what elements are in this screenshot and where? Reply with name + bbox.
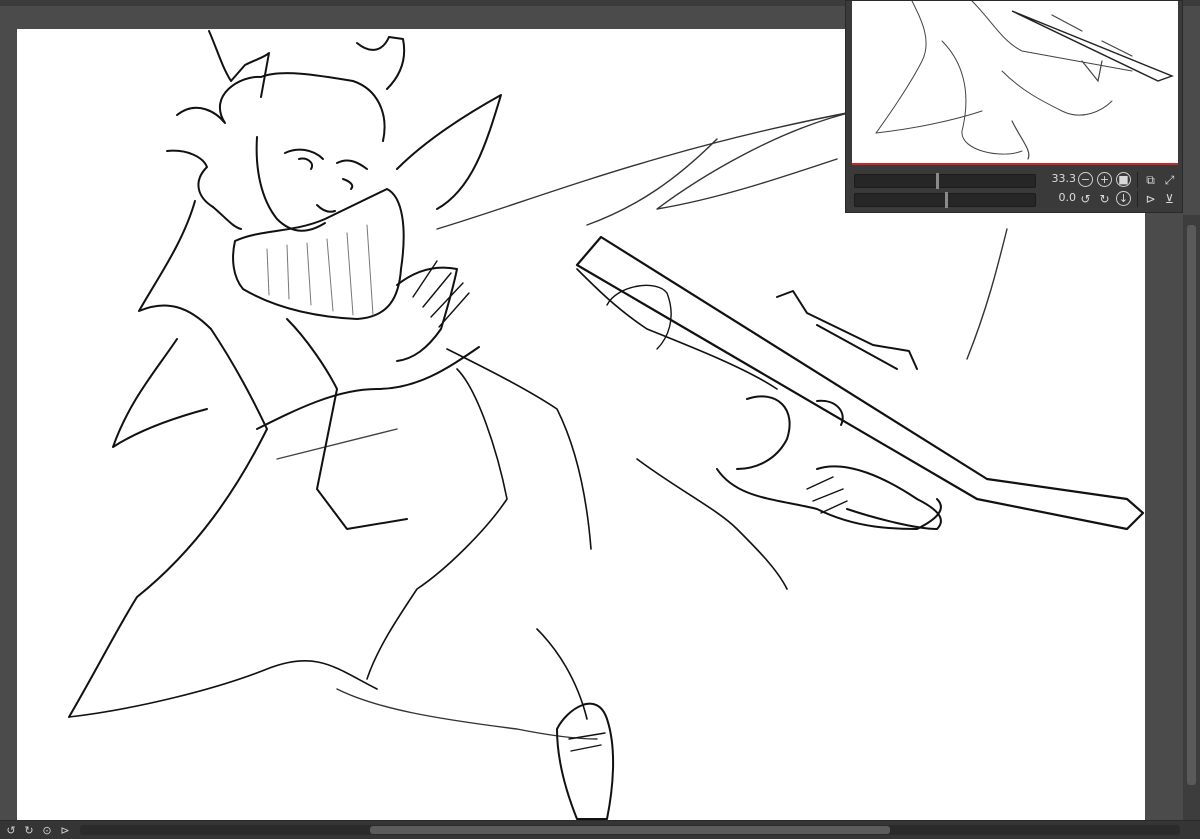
actual-size-icon[interactable]: ⤢ xyxy=(1162,172,1177,187)
horizontal-scrollbar[interactable] xyxy=(80,825,1180,835)
status-bar: ↺ ↻ ⊙ ⊳ xyxy=(0,820,1200,839)
separator xyxy=(1137,191,1138,207)
reset-rotation-icon[interactable]: ↓ xyxy=(1116,191,1131,206)
rotation-slider[interactable] xyxy=(854,192,1036,208)
vertical-scrollbar[interactable] xyxy=(1183,215,1200,820)
reset-rotation-icon[interactable]: ⊙ xyxy=(40,823,54,837)
navigator-panel: 33.3 − + ■ ⧉ ⤢ 0.0 ↺ ↻ ↓ ⊳ ⊻ xyxy=(845,0,1183,213)
rotation-row: 0.0 ↺ ↻ ↓ ⊳ ⊻ xyxy=(852,190,1178,208)
vertical-scroll-thumb[interactable] xyxy=(1187,225,1196,785)
navigator-thumbnail xyxy=(875,1,1174,160)
zoom-in-icon[interactable]: + xyxy=(1097,172,1112,187)
horizontal-scroll-thumb[interactable] xyxy=(370,826,890,834)
separator xyxy=(1137,172,1138,188)
rotate-right-icon[interactable]: ↻ xyxy=(22,823,36,837)
flip-vertical-icon[interactable]: ⊻ xyxy=(1162,191,1177,206)
navigator-preview[interactable] xyxy=(852,1,1178,165)
zoom-out-icon[interactable]: − xyxy=(1078,172,1093,187)
zoom-slider-thumb[interactable] xyxy=(936,173,939,189)
flip-horizontal-icon[interactable]: ⊳ xyxy=(58,823,72,837)
rotation-value[interactable]: 0.0 xyxy=(1038,191,1077,204)
rotate-left-icon[interactable]: ↺ xyxy=(4,823,18,837)
rotation-slider-thumb[interactable] xyxy=(945,192,948,208)
zoom-value[interactable]: 33.3 xyxy=(1038,172,1077,185)
fit-window-icon[interactable]: ⧉ xyxy=(1143,172,1158,187)
zoom-row: 33.3 − + ■ ⧉ ⤢ xyxy=(852,171,1178,189)
stop-icon[interactable]: ■ xyxy=(1116,172,1131,187)
rotate-left-icon[interactable]: ↺ xyxy=(1078,191,1093,206)
rotate-right-icon[interactable]: ↻ xyxy=(1097,191,1112,206)
zoom-slider[interactable] xyxy=(854,173,1036,189)
flip-horizontal-icon[interactable]: ⊳ xyxy=(1143,191,1158,206)
